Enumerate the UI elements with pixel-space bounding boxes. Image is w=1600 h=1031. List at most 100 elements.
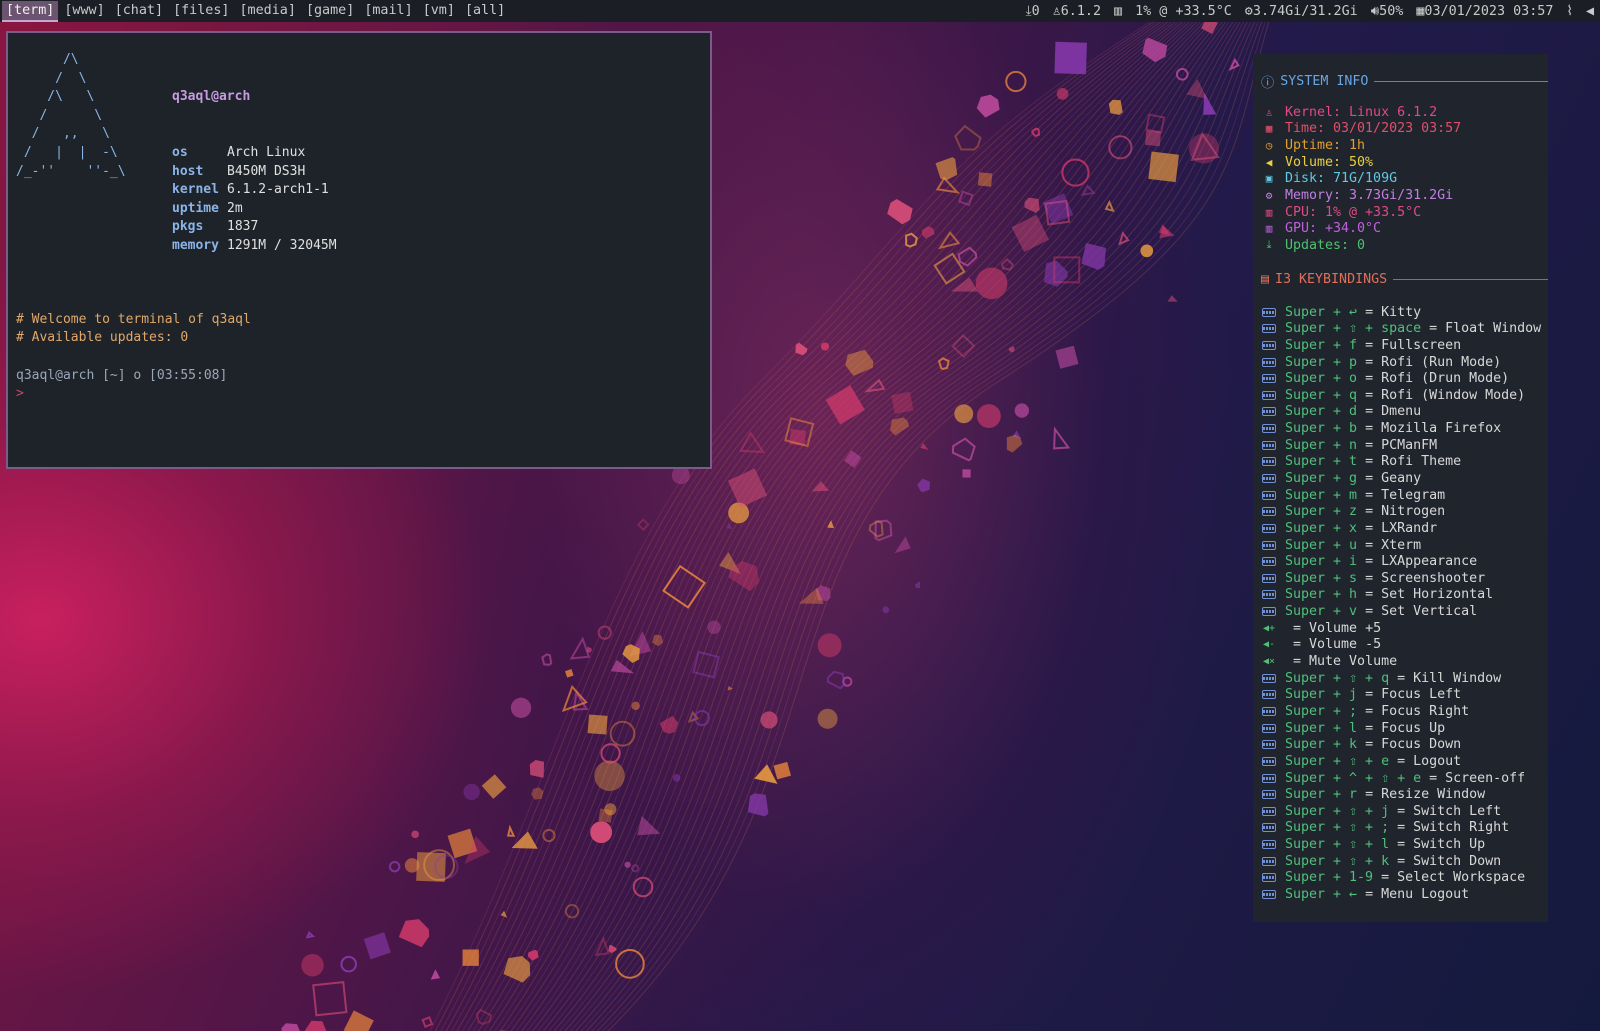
workspace-tab[interactable]: [all] (461, 1, 509, 22)
keybinding-action: = Focus Right (1365, 703, 1470, 719)
keybinding-action: = Rofi Theme (1365, 454, 1462, 470)
wallpaper-shape (921, 226, 935, 239)
fetch-value: 1837 (227, 219, 259, 235)
fetch-row: host B450M DS3H (172, 163, 337, 182)
keyboard-icon (1261, 772, 1277, 784)
keyboard-icon (1261, 406, 1277, 418)
prompt-cursor[interactable]: > (16, 385, 702, 404)
keybinding-row: ◀- = Volume -5 (1261, 637, 1548, 654)
system-info-row: ⚙ Memory: 3.73Gi/31.2Gi (1261, 187, 1548, 204)
ascii-art-line: / | | -\ (16, 144, 118, 160)
wallpaper-shape (1056, 88, 1069, 100)
updates-comment: # Available updates: 0 (16, 330, 189, 346)
keyboard-icon (1261, 822, 1277, 834)
gear-icon: ⚙ (1244, 3, 1253, 19)
system-info-row: ▥ GPU: +34.0°C (1261, 220, 1548, 237)
wallpaper-shape (891, 391, 914, 415)
keybinding-row: Super + ⇧ + ; = Switch Right (1261, 820, 1548, 837)
cpu-status: 1% @ +33.5°C (1135, 3, 1232, 19)
keybinding-keys: Super + ⇧ + l (1285, 837, 1398, 853)
keyboard-icon (1261, 572, 1277, 584)
speaker-icon[interactable]: ◀ (1586, 4, 1594, 19)
clock-status[interactable]: ▦03/01/2023 03:57 (1416, 4, 1553, 19)
system-info-text: Kernel: Linux 6.1.2 (1285, 104, 1438, 120)
keybinding-action: = PCManFM (1365, 437, 1438, 453)
system-info-row: ⤓ Updates: 0 (1261, 237, 1548, 254)
keyboard-icon (1261, 606, 1277, 618)
workspace-tab[interactable]: [files] (169, 1, 233, 22)
wallpaper-shape (541, 653, 553, 666)
keyboard-icon (1261, 339, 1277, 351)
terminal-window[interactable]: /\ / \ /\ \ / \ / ,, \ / | | -\ /_-'' ''-… (6, 31, 712, 469)
keyboard-icon (1261, 306, 1277, 318)
workspace-tab[interactable]: [game] (302, 1, 358, 22)
keybinding-action: = Volume -5 (1293, 637, 1382, 653)
keyboard-icon (1261, 556, 1277, 568)
gpu-icon: ▥ (1265, 222, 1273, 236)
paperclip-icon[interactable]: ⌇ (1566, 4, 1573, 19)
wallpaper-shape (957, 190, 974, 207)
volume-mute-icon: ◀× (1262, 656, 1276, 668)
keybinding-row: Super + m = Telegram (1261, 487, 1548, 504)
keybinding-action: = Focus Up (1365, 720, 1446, 736)
wallpaper-shape (506, 824, 516, 837)
keybinding-row: Super + ↩ = Kitty (1261, 304, 1548, 321)
wallpaper-shape (421, 1016, 434, 1029)
workspace-tab[interactable]: [term] (2, 0, 59, 22)
wallpaper-shape (590, 821, 613, 844)
wallpaper-shape (935, 157, 958, 181)
wallpaper-shape (975, 267, 1008, 300)
wallpaper-shape (820, 342, 830, 351)
keybinding-row: Super + l = Focus Up (1261, 720, 1548, 737)
workspace-tab[interactable]: [vm] (419, 1, 459, 22)
keybinding-keys: Super + g (1285, 470, 1366, 486)
wallpaper-shape (343, 1010, 374, 1031)
wallpaper-shape (773, 761, 791, 780)
keybinding-action: = Dmenu (1365, 404, 1422, 420)
workspace-tab[interactable]: [www] (60, 1, 108, 22)
keybinding-row: Super + ^ + ⇧ + e = Screen-off (1261, 770, 1548, 787)
keyboard-icon (1261, 423, 1277, 435)
shell-prompt: q3aql@arch [~] o [03:55:08] (16, 367, 228, 383)
keyboard-icon (1261, 722, 1277, 734)
system-info-row: ▣ Disk: 71G/109G (1261, 171, 1548, 188)
wallpaper-shape (950, 277, 979, 292)
memory-status: ⚙3.74Gi/31.2Gi (1244, 3, 1358, 19)
keybinding-action: = Focus Down (1365, 737, 1462, 753)
keybinding-row: Super + v = Set Vertical (1261, 603, 1548, 620)
keyboard-icon (1261, 356, 1277, 368)
fetch-key: kernel (172, 182, 219, 198)
keybinding-keys: Super + r (1285, 787, 1366, 803)
workspace-tab[interactable]: [media] (236, 1, 300, 22)
system-info-row: ◷ Uptime: 1h (1261, 137, 1548, 154)
keybinding-row: Super + ⇧ + space = Float Window (1261, 320, 1548, 337)
keybinding-action: = LXRandr (1365, 520, 1438, 536)
volume-status[interactable]: 🔊︎50% (1371, 4, 1404, 19)
wallpaper-shape (624, 861, 631, 868)
wallpaper-shape (608, 944, 617, 954)
keybinding-keys: Super + f (1285, 337, 1366, 353)
keybinding-keys: Super + i (1285, 554, 1366, 570)
keyboard-icon (1261, 489, 1277, 501)
wallpaper-shape (962, 469, 971, 478)
wallpaper-shape (511, 831, 538, 849)
keybinding-action: = Rofi (Drun Mode) (1365, 371, 1510, 387)
wallpaper-shape (1108, 99, 1123, 115)
workspace-tab[interactable]: [chat] (111, 1, 167, 22)
keyboard-icon (1261, 872, 1277, 884)
keybinding-row: Super + t = Rofi Theme (1261, 454, 1548, 471)
wallpaper-shape (510, 697, 532, 718)
workspace-tab[interactable]: [mail] (360, 1, 416, 22)
wallpaper-shape (826, 670, 846, 690)
keybinding-keys: Super + t (1285, 454, 1366, 470)
keybinding-action: = Set Vertical (1365, 604, 1478, 620)
volume-down-icon: ◀- (1262, 639, 1276, 651)
keybinding-keys: Super + x (1285, 520, 1366, 536)
keybinding-keys: Super + ← (1285, 887, 1366, 902)
keyboard-icon (1261, 755, 1277, 767)
wallpaper-shape (882, 606, 890, 614)
wallpaper-shape (825, 385, 865, 425)
wallpaper-shape (301, 953, 324, 977)
system-info-row: ◀ Volume: 50% (1261, 154, 1548, 171)
wallpaper-shape (398, 919, 430, 948)
